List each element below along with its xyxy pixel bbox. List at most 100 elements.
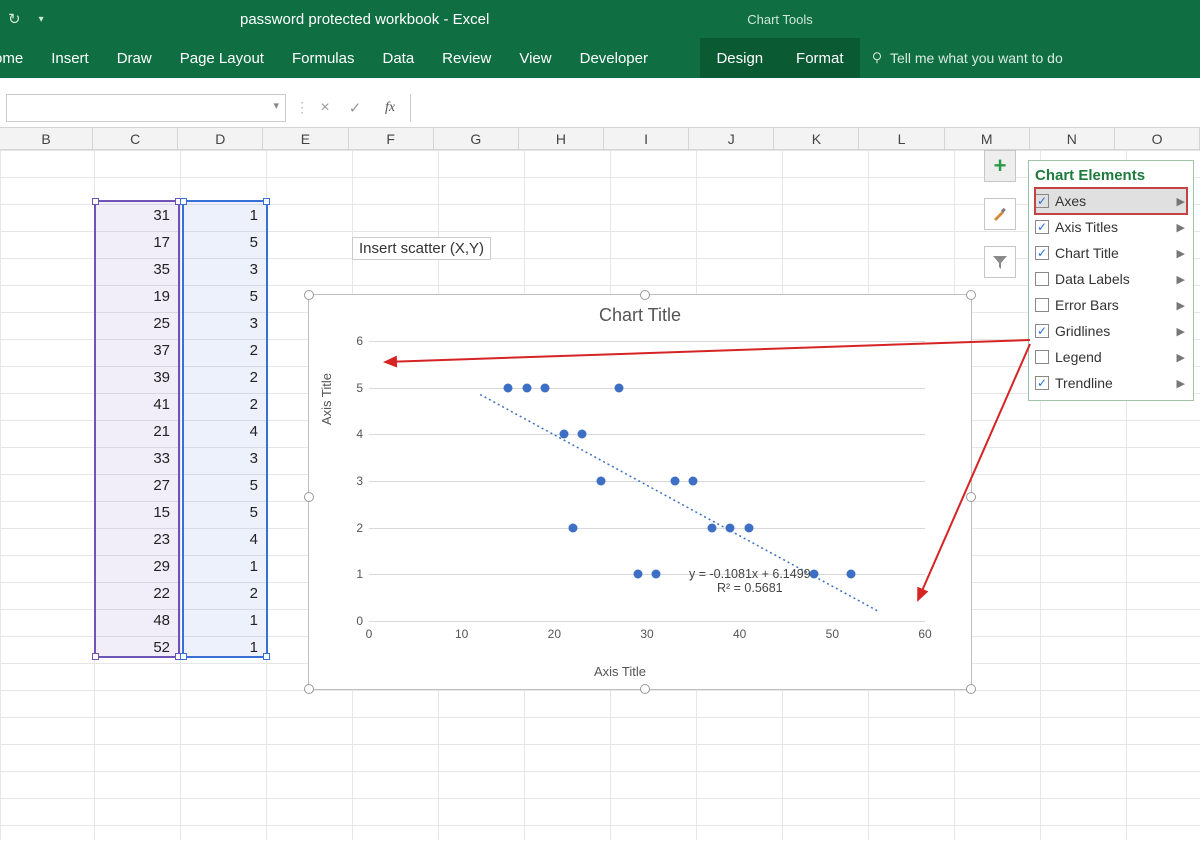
checkbox-icon[interactable]: ✓: [1035, 194, 1049, 208]
cell-d[interactable]: 1: [182, 553, 266, 580]
data-point[interactable]: [596, 477, 605, 486]
data-point[interactable]: [559, 430, 568, 439]
data-point[interactable]: [846, 570, 855, 579]
chevron-right-icon[interactable]: ▶: [1177, 195, 1185, 208]
cell-c[interactable]: 41: [94, 391, 178, 418]
chart-title[interactable]: Chart Title: [309, 295, 971, 326]
checkbox-icon[interactable]: ✓: [1035, 246, 1049, 260]
name-box[interactable]: ▾: [6, 94, 286, 122]
data-point[interactable]: [652, 570, 661, 579]
cell-d[interactable]: 4: [182, 418, 266, 445]
data-point[interactable]: [633, 570, 642, 579]
data-point[interactable]: [615, 383, 624, 392]
chevron-right-icon[interactable]: ▶: [1177, 221, 1185, 234]
cell-d[interactable]: 3: [182, 310, 266, 337]
col-header-G[interactable]: G: [434, 128, 519, 149]
checkbox-icon[interactable]: [1035, 350, 1049, 364]
checkbox-icon[interactable]: [1035, 272, 1049, 286]
tab-draw[interactable]: Draw: [117, 50, 152, 67]
cell-d[interactable]: 2: [182, 391, 266, 418]
cell-d[interactable]: 2: [182, 580, 266, 607]
chart-element-option-legend[interactable]: Legend▶: [1035, 344, 1187, 370]
worksheet-grid[interactable]: Insert scatter (X,Y) Chart Title Axis Ti…: [0, 150, 1200, 840]
cell-c[interactable]: 39: [94, 364, 178, 391]
data-point[interactable]: [522, 383, 531, 392]
data-point[interactable]: [689, 477, 698, 486]
data-point[interactable]: [578, 430, 587, 439]
cell-d[interactable]: 5: [182, 499, 266, 526]
checkbox-icon[interactable]: ✓: [1035, 220, 1049, 234]
col-header-O[interactable]: O: [1115, 128, 1200, 149]
chart-element-option-data-labels[interactable]: Data Labels▶: [1035, 266, 1187, 292]
col-header-E[interactable]: E: [263, 128, 348, 149]
chart-element-option-error-bars[interactable]: Error Bars▶: [1035, 292, 1187, 318]
formula-input[interactable]: [411, 94, 1200, 122]
cell-c[interactable]: 48: [94, 607, 178, 634]
cell-c[interactable]: 22: [94, 580, 178, 607]
cell-c[interactable]: 17: [94, 229, 178, 256]
chevron-right-icon[interactable]: ▶: [1177, 247, 1185, 260]
tab-page-layout[interactable]: Page Layout: [180, 50, 264, 67]
cell-d[interactable]: 1: [182, 607, 266, 634]
checkbox-icon[interactable]: ✓: [1035, 376, 1049, 390]
tab-developer[interactable]: Developer: [580, 50, 648, 67]
chart-element-option-trendline[interactable]: ✓Trendline▶: [1035, 370, 1187, 396]
redo-icon[interactable]: ↻: [8, 10, 21, 28]
cell-d[interactable]: 2: [182, 364, 266, 391]
cell-c[interactable]: 37: [94, 337, 178, 364]
chart-styles-button[interactable]: [984, 198, 1016, 230]
cell-c[interactable]: 29: [94, 553, 178, 580]
cell-label-insert-scatter[interactable]: Insert scatter (X,Y): [352, 237, 491, 260]
cell-c[interactable]: 15: [94, 499, 178, 526]
col-header-N[interactable]: N: [1030, 128, 1115, 149]
tell-me-search[interactable]: Tell me what you want to do: [870, 38, 1063, 78]
col-header-B[interactable]: B: [0, 128, 93, 149]
chart-element-option-axes[interactable]: ✓Axes▶: [1035, 188, 1187, 214]
chart-element-option-chart-title[interactable]: ✓Chart Title▶: [1035, 240, 1187, 266]
x-axis-title[interactable]: Axis Title: [309, 664, 931, 679]
name-box-dropdown-icon[interactable]: ▾: [273, 99, 279, 112]
cell-c[interactable]: 19: [94, 283, 178, 310]
tab-home[interactable]: ome: [0, 50, 23, 67]
col-header-I[interactable]: I: [604, 128, 689, 149]
chevron-right-icon[interactable]: ▶: [1177, 299, 1185, 312]
y-axis-title[interactable]: Axis Title: [319, 373, 334, 425]
col-header-J[interactable]: J: [689, 128, 774, 149]
data-point[interactable]: [726, 523, 735, 532]
cell-c[interactable]: 27: [94, 472, 178, 499]
chart-elements-panel[interactable]: Chart Elements ✓Axes▶✓Axis Titles▶✓Chart…: [1028, 160, 1194, 401]
cell-d[interactable]: 3: [182, 256, 266, 283]
col-header-K[interactable]: K: [774, 128, 859, 149]
cell-d[interactable]: 1: [182, 634, 266, 661]
col-header-M[interactable]: M: [945, 128, 1030, 149]
data-point[interactable]: [568, 523, 577, 532]
cell-d[interactable]: 5: [182, 283, 266, 310]
tab-format[interactable]: Format: [796, 50, 844, 67]
col-header-C[interactable]: C: [93, 128, 178, 149]
data-point[interactable]: [541, 383, 550, 392]
data-point[interactable]: [670, 477, 679, 486]
tab-data[interactable]: Data: [382, 50, 414, 67]
col-header-D[interactable]: D: [178, 128, 263, 149]
cell-c[interactable]: 21: [94, 418, 178, 445]
cell-d[interactable]: 5: [182, 229, 266, 256]
col-header-F[interactable]: F: [349, 128, 434, 149]
cell-d[interactable]: 3: [182, 445, 266, 472]
embedded-chart[interactable]: Chart Title Axis Title y = -0.1081x + 6.…: [308, 294, 972, 690]
checkbox-icon[interactable]: [1035, 298, 1049, 312]
chevron-right-icon[interactable]: ▶: [1177, 377, 1185, 390]
tab-insert[interactable]: Insert: [51, 50, 89, 67]
tab-review[interactable]: Review: [442, 50, 491, 67]
checkbox-icon[interactable]: ✓: [1035, 324, 1049, 338]
cell-c[interactable]: 33: [94, 445, 178, 472]
cell-c[interactable]: 23: [94, 526, 178, 553]
col-header-H[interactable]: H: [519, 128, 604, 149]
chart-elements-button[interactable]: +: [984, 150, 1016, 182]
cancel-formula-icon[interactable]: ×: [310, 99, 340, 117]
chevron-right-icon[interactable]: ▶: [1177, 273, 1185, 286]
cell-c[interactable]: 31: [94, 202, 178, 229]
chart-element-option-axis-titles[interactable]: ✓Axis Titles▶: [1035, 214, 1187, 240]
cell-c[interactable]: 52: [94, 634, 178, 661]
tab-design[interactable]: Design: [716, 50, 763, 67]
qat-dropdown-icon[interactable]: ▾: [39, 14, 44, 25]
